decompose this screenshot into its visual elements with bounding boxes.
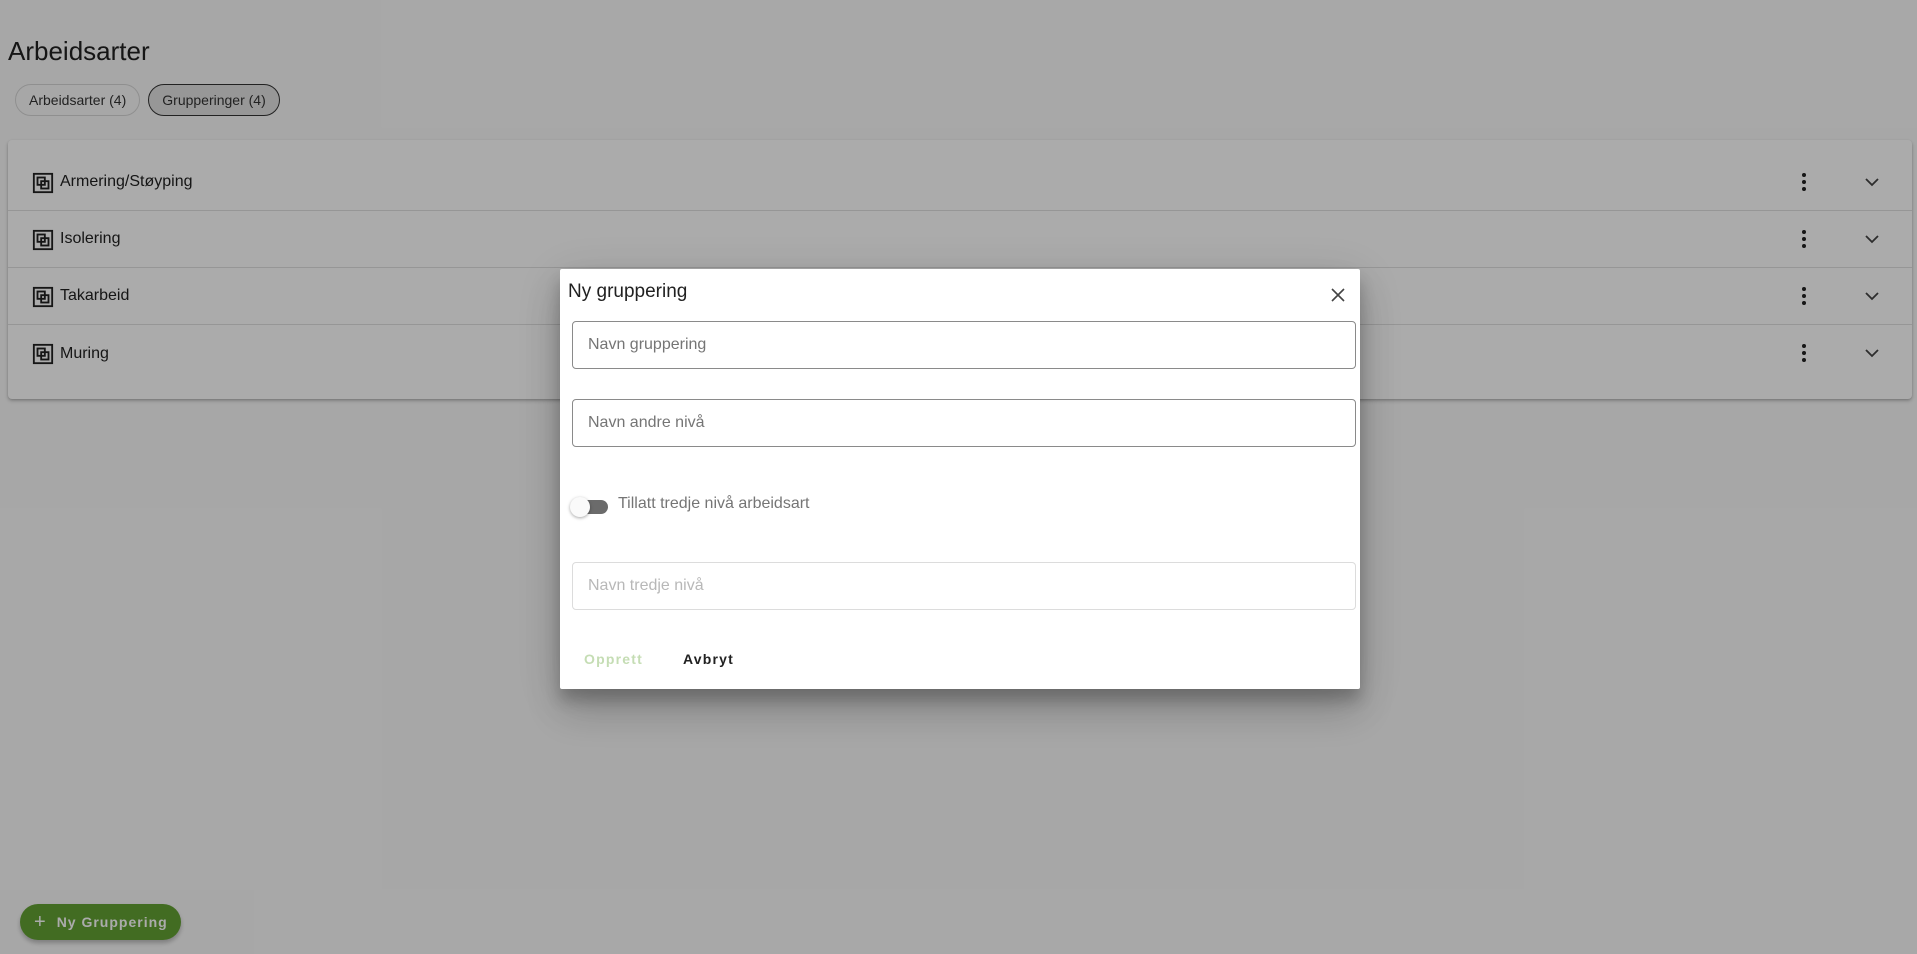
create-button[interactable]: Opprett bbox=[572, 641, 655, 677]
close-icon[interactable] bbox=[1326, 283, 1350, 307]
second-level-name-field[interactable] bbox=[572, 399, 1356, 447]
group-name-field[interactable] bbox=[572, 321, 1356, 369]
cancel-button[interactable]: Avbryt bbox=[671, 641, 746, 677]
third-level-toggle[interactable] bbox=[570, 493, 608, 517]
toggle-thumb bbox=[570, 497, 590, 517]
third-level-name-field bbox=[572, 562, 1356, 610]
third-level-toggle-label: Tillatt tredje nivå arbeidsart bbox=[618, 495, 810, 512]
page: Arbeidsarter Arbeidsarter (4) Gruppering… bbox=[0, 0, 1917, 954]
new-group-dialog: Ny gruppering Tillatt tredje nivå arbeid… bbox=[560, 269, 1360, 689]
dialog-title: Ny gruppering bbox=[568, 281, 688, 302]
